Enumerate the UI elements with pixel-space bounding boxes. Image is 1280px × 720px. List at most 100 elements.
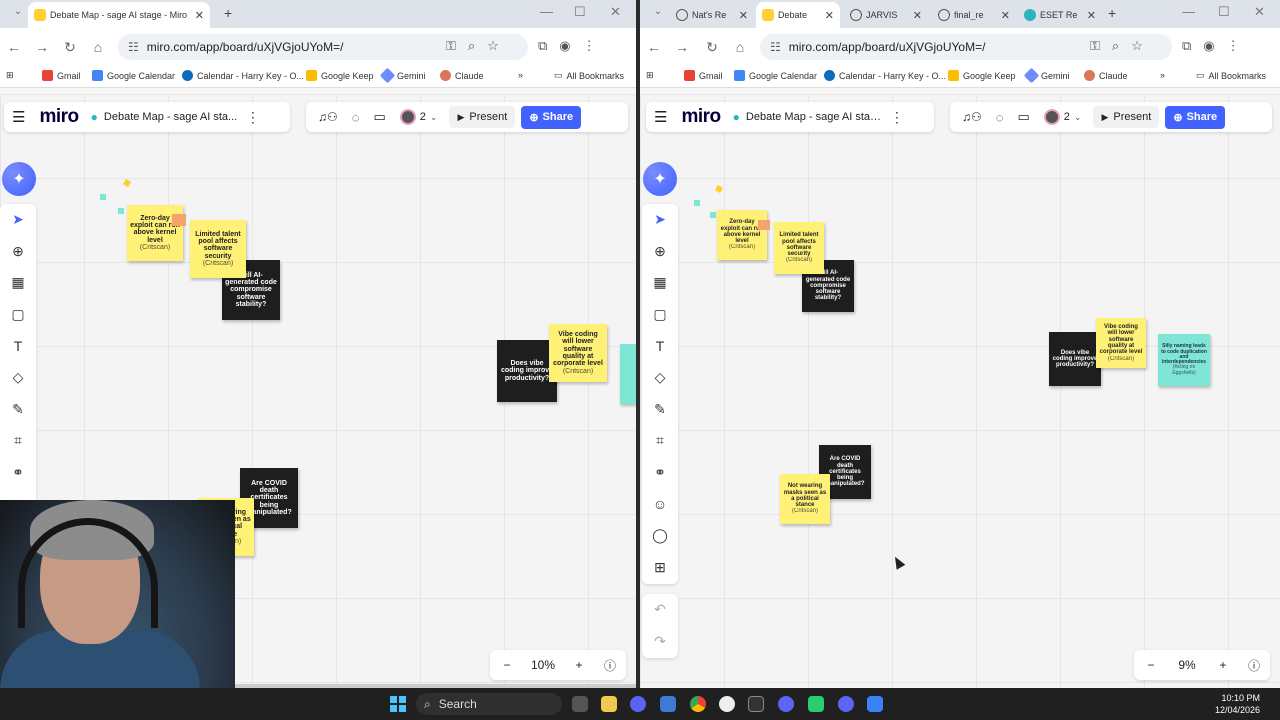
board-title[interactable]: Debate Map - sage AI sta...	[104, 111, 238, 123]
help-icon[interactable]: ⓘ	[596, 657, 624, 674]
ai-assistant-button[interactable]: ✦	[2, 162, 36, 196]
small-sticky[interactable]	[118, 208, 124, 214]
table-icon[interactable]: ▦	[0, 267, 36, 299]
main-menu-icon[interactable]: ☰	[654, 108, 667, 126]
small-sticky[interactable]	[758, 220, 770, 230]
home-icon[interactable]: ⌂	[726, 39, 754, 55]
reload-icon[interactable]: ↻	[56, 39, 84, 56]
present-button[interactable]: ▶ Present	[449, 106, 516, 128]
extensions-icon[interactable]: ⧉	[538, 38, 547, 54]
more-bookmarks-icon[interactable]: »	[518, 70, 523, 80]
zoom-level[interactable]: 10%	[524, 658, 562, 672]
tab-eset-re[interactable]: ESET Re ✕	[1018, 2, 1102, 28]
sticky-zero-day[interactable]: Zero-day exploit can run above kernel le…	[717, 210, 767, 260]
file-explorer-icon[interactable]	[601, 696, 617, 712]
frame-icon[interactable]: ⌗	[642, 425, 678, 457]
frame-icon[interactable]: ⌗	[0, 425, 36, 457]
templates-icon[interactable]: ⊕	[642, 236, 678, 268]
reactions-icon[interactable]: ♫⚇	[318, 110, 338, 124]
close-icon[interactable]: ✕	[195, 9, 204, 22]
share-button[interactable]: ⊕ Share	[521, 105, 582, 129]
share-button[interactable]: ⊕ Share	[1165, 105, 1226, 129]
add-more-icon[interactable]: ⊞	[642, 552, 678, 584]
miro-board-canvas[interactable]	[640, 94, 1280, 688]
sticky-talent[interactable]: Limited talent pool affects software sec…	[774, 222, 824, 274]
more-bookmarks-icon[interactable]: »	[1160, 70, 1165, 80]
zoom-in-icon[interactable]: +	[562, 658, 596, 672]
zoom-in-icon[interactable]: +	[1206, 658, 1240, 672]
sticky-masks[interactable]: Not wearing masks seen as a political st…	[780, 474, 830, 524]
video-icon[interactable]: ▭	[374, 109, 386, 125]
discord-icon[interactable]	[630, 696, 646, 712]
sticky-talent[interactable]: Limited talent pool affects software sec…	[190, 220, 246, 278]
tab-search-icon[interactable]: ⌄	[644, 6, 672, 17]
small-sticky[interactable]	[100, 194, 106, 200]
app-icon[interactable]	[808, 696, 824, 712]
small-sticky[interactable]	[172, 214, 186, 226]
zoom-out-icon[interactable]: −	[1134, 658, 1168, 672]
board-menu-icon[interactable]: ⋮	[246, 109, 260, 126]
small-sticky[interactable]	[694, 200, 700, 206]
sticky-naming-partial[interactable]	[620, 344, 636, 404]
chrome-icon[interactable]	[690, 696, 706, 712]
main-menu-icon[interactable]: ☰	[12, 108, 25, 126]
comments-icon[interactable]: ◌	[996, 110, 1004, 125]
comments-icon[interactable]: ◌	[352, 110, 360, 125]
bookmark-google-calendar[interactable]: Google Calendar	[734, 70, 817, 81]
sticky-note-icon[interactable]: ▢	[642, 299, 678, 331]
forward-icon[interactable]: →	[668, 39, 696, 55]
back-icon[interactable]: ←	[640, 39, 668, 55]
close-icon[interactable]: ✕	[1087, 9, 1096, 22]
home-icon[interactable]: ⌂	[84, 39, 112, 55]
menu-dots-icon[interactable]: ⋮	[1227, 38, 1240, 54]
table-icon[interactable]: ▦	[642, 267, 678, 299]
tab-final-re[interactable]: final_re ✕	[932, 2, 1016, 28]
taskbar-search[interactable]: ⌕ Search	[416, 693, 562, 715]
undo-icon[interactable]: ↶	[642, 594, 678, 626]
video-icon[interactable]: ▭	[1018, 109, 1030, 125]
zoom-out-icon[interactable]: −	[490, 658, 524, 672]
tab-jarvis[interactable]: JARVIS ✕	[844, 2, 928, 28]
close-icon[interactable]: ✕	[739, 9, 748, 22]
small-sticky[interactable]	[710, 212, 716, 218]
bookmark-gemini[interactable]: Gemini	[1023, 67, 1070, 84]
zoom-icon[interactable]: ⌕	[1112, 38, 1119, 54]
new-tab-icon[interactable]: +	[224, 5, 232, 21]
extensions-icon[interactable]: ⧉	[1182, 38, 1191, 54]
text-icon[interactable]: T	[0, 330, 36, 362]
help-icon[interactable]: ⓘ	[1240, 657, 1268, 674]
bookmark-star-icon[interactable]: ☆	[487, 38, 499, 54]
emoji-icon[interactable]: ☺	[642, 488, 678, 520]
profile-icon[interactable]: ◉	[559, 38, 570, 54]
bookmark-gmail[interactable]: Gmail	[42, 70, 81, 81]
board-title[interactable]: Debate Map - sage AI stage	[746, 111, 882, 123]
comment-icon[interactable]: ◯	[642, 520, 678, 552]
maximize-icon[interactable]: ☐	[1218, 4, 1230, 20]
bookmark-google-calendar[interactable]: Google Calendar	[92, 70, 175, 81]
board-menu-icon[interactable]: ⋮	[890, 109, 904, 126]
sticky-vibe-question[interactable]: Does vibe coding improve productivity?	[497, 340, 557, 402]
present-button[interactable]: ▶ Present	[1093, 106, 1160, 128]
system-clock[interactable]: 10:10 PM 12/04/2026	[1215, 692, 1260, 716]
new-tab-icon[interactable]: +	[1108, 5, 1116, 21]
bookmark-gemini[interactable]: Gemini	[379, 67, 426, 84]
bookmark-claude[interactable]: Claude	[440, 70, 484, 81]
terminal-icon[interactable]	[748, 696, 764, 712]
bookmark-claude[interactable]: Claude	[1084, 70, 1128, 81]
forward-icon[interactable]: →	[28, 39, 56, 55]
menu-dots-icon[interactable]: ⋮	[583, 38, 596, 54]
pen-icon[interactable]: ✎	[0, 394, 36, 426]
site-info-icon[interactable]: ☷	[128, 40, 139, 54]
app-icon[interactable]	[719, 696, 735, 712]
connector-icon[interactable]: ⚭	[642, 457, 678, 489]
task-view-icon[interactable]	[572, 696, 588, 712]
close-window-icon[interactable]: ✕	[1254, 4, 1265, 20]
text-icon[interactable]: T	[642, 330, 678, 362]
apps-icon[interactable]: ⊞	[6, 70, 14, 81]
all-bookmarks[interactable]: ▭ All Bookmarks	[1196, 70, 1266, 81]
sticky-note-icon[interactable]: ▢	[0, 299, 36, 331]
sticky-vibe-lower[interactable]: Vibe coding will lower software quality …	[1096, 318, 1146, 368]
templates-icon[interactable]: ⊕	[0, 236, 36, 268]
close-icon[interactable]: ✕	[913, 9, 922, 22]
ai-assistant-button[interactable]: ✦	[643, 162, 677, 196]
